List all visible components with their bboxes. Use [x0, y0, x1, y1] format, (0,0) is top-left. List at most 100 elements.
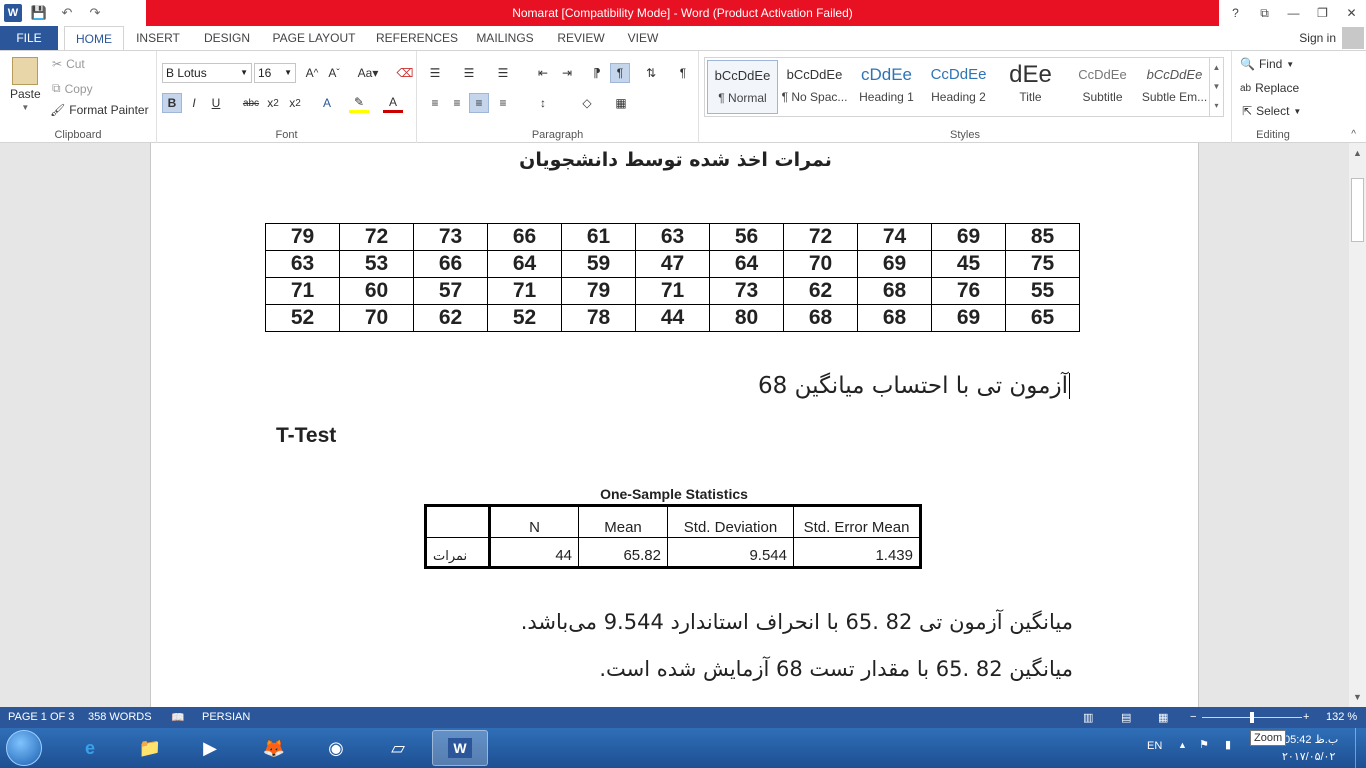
word-app-icon[interactable]: W	[4, 4, 22, 22]
tab-file[interactable]: FILE	[0, 26, 58, 50]
align-left-button[interactable]: ≡	[425, 93, 445, 113]
paste-button[interactable]: Paste ▼	[10, 57, 41, 112]
shading-button[interactable]: ◇	[577, 93, 597, 113]
line-spacing-button[interactable]: ↕	[533, 93, 553, 113]
highlight-button[interactable]: ✎	[349, 93, 369, 113]
show-hidden-icons-icon[interactable]: ▲	[1178, 740, 1187, 750]
subscript-button[interactable]: x2	[263, 93, 283, 113]
tab-mailings[interactable]: MAILINGS	[473, 26, 537, 50]
zoom-slider-thumb[interactable]	[1250, 712, 1254, 723]
media-player-icon[interactable]: ▶	[182, 730, 238, 766]
bold-button[interactable]: B	[162, 93, 182, 113]
tab-design[interactable]: DESIGN	[199, 26, 255, 50]
avatar[interactable]	[1342, 27, 1364, 49]
internet-explorer-icon[interactable]: e	[62, 730, 118, 766]
vertical-scrollbar[interactable]: ▲ ▼	[1349, 143, 1366, 707]
decrease-indent-button[interactable]: ⇤	[533, 63, 553, 83]
numbering-button[interactable]: ☰	[459, 63, 479, 83]
show-marks-button[interactable]: ¶	[673, 63, 693, 83]
style-title[interactable]: dEe Title	[995, 60, 1066, 114]
print-layout-icon[interactable]: ▤	[1121, 711, 1131, 724]
style-heading-2[interactable]: CcDdEe Heading 2	[923, 60, 994, 114]
styles-scroll[interactable]: ▲ ▼ ▾	[1209, 58, 1223, 116]
cut-button[interactable]: ✂ Cut	[52, 57, 85, 71]
firefox-icon[interactable]: 🦊	[246, 730, 302, 766]
redo-icon[interactable]: ↷	[84, 3, 106, 23]
superscript-button[interactable]: x2	[285, 93, 305, 113]
page-count[interactable]: PAGE 1 OF 3	[8, 711, 74, 723]
tab-insert[interactable]: INSERT	[132, 26, 184, 50]
rtl-button[interactable]: ¶	[610, 63, 630, 83]
text-effects-button[interactable]: A	[317, 93, 337, 113]
zoom-level[interactable]: 132 %	[1326, 711, 1357, 723]
grow-font-button[interactable]: A ^	[302, 63, 322, 83]
start-button[interactable]	[6, 730, 42, 766]
zoom-in-icon[interactable]: +	[1303, 711, 1309, 723]
style-no-spacing[interactable]: bCcDdEe ¶ No Spac...	[779, 60, 850, 114]
align-center-button[interactable]: ≡	[447, 93, 467, 113]
notes-app-icon[interactable]: ▱	[370, 730, 426, 766]
copy-button[interactable]: ⧉ Copy	[52, 81, 93, 96]
file-explorer-icon[interactable]: 📁	[122, 730, 178, 766]
close-button[interactable]: ✕	[1337, 0, 1366, 26]
style-normal[interactable]: bCcDdEe ¶ Normal	[707, 60, 778, 114]
select-button[interactable]: ⇱ Select ▼	[1242, 104, 1301, 118]
replace-button[interactable]: ab Replace	[1240, 81, 1299, 95]
scroll-thumb[interactable]	[1351, 178, 1364, 242]
collapse-ribbon-icon[interactable]: ^	[1351, 129, 1356, 140]
proofing-icon[interactable]: 📖	[171, 711, 185, 724]
bullets-button[interactable]: ☰	[425, 63, 445, 83]
save-icon[interactable]: 💾	[28, 3, 50, 23]
sign-in-link[interactable]: Sign in	[1299, 26, 1336, 50]
zoom-out-icon[interactable]: −	[1190, 711, 1196, 723]
find-button[interactable]: 🔍 Find ▼	[1240, 57, 1294, 71]
clock-date[interactable]: ۲۰۱۷/۰۵/۰۲	[1282, 750, 1335, 763]
tab-view[interactable]: VIEW	[624, 26, 662, 50]
restore-button[interactable]: ❐	[1308, 0, 1337, 26]
clock-time[interactable]: ب.ظ 05:42	[1284, 733, 1338, 746]
language-indicator[interactable]: PERSIAN	[202, 711, 250, 723]
chrome-icon[interactable]: ◉	[308, 730, 364, 766]
font-name-select[interactable]: B Lotus ▼	[162, 63, 252, 83]
help-button[interactable]: ?	[1221, 0, 1250, 26]
input-language[interactable]: EN	[1147, 740, 1162, 752]
show-desktop-button[interactable]	[1355, 728, 1366, 768]
ribbon-display-button[interactable]: ⧉	[1250, 0, 1279, 26]
clear-formatting-button[interactable]: ⌫	[395, 63, 415, 83]
tab-page-layout[interactable]: PAGE LAYOUT	[270, 26, 358, 50]
minimize-button[interactable]: —	[1279, 0, 1308, 26]
tab-review[interactable]: REVIEW	[555, 26, 607, 50]
style-subtle-emphasis[interactable]: bCcDdEe Subtle Em...	[1139, 60, 1210, 114]
format-painter-button[interactable]: 🖌 Format Painter	[50, 103, 149, 117]
justify-button[interactable]: ≡	[493, 93, 513, 113]
sort-button[interactable]: ⇅	[641, 63, 661, 83]
font-color-button[interactable]: A	[383, 93, 403, 113]
underline-button[interactable]: U	[206, 93, 226, 113]
action-center-icon[interactable]: ⚑	[1199, 738, 1209, 751]
scroll-up-icon[interactable]: ▲	[1349, 145, 1366, 161]
shrink-font-button[interactable]: Aˇ	[324, 63, 344, 83]
tab-home[interactable]: HOME	[64, 26, 124, 50]
italic-button[interactable]: I	[184, 93, 204, 113]
read-mode-icon[interactable]: ▥	[1083, 711, 1093, 724]
ltr-button[interactable]: ⁋	[587, 63, 607, 83]
scroll-down-icon[interactable]: ▼	[1349, 689, 1366, 705]
word-count[interactable]: 358 WORDS	[88, 711, 152, 723]
align-right-button[interactable]: ≡	[469, 93, 489, 113]
undo-icon[interactable]: ↶	[56, 3, 78, 23]
word-taskbar-icon[interactable]: W	[432, 730, 488, 766]
increase-indent-button[interactable]: ⇥	[557, 63, 577, 83]
tab-references[interactable]: REFERENCES	[376, 26, 458, 50]
style-subtitle[interactable]: CcDdEe Subtitle	[1067, 60, 1138, 114]
strikethrough-button[interactable]: abc	[241, 93, 261, 113]
font-size-select[interactable]: 16 ▼	[254, 63, 296, 83]
change-case-button[interactable]: Aa▾	[354, 63, 382, 83]
table-cell: 62	[783, 277, 858, 305]
multilevel-list-button[interactable]: ☰	[493, 63, 513, 83]
document-page[interactable]: نمرات اخذ شده توسط دانشجویان 79 72 73 66 61 6…	[150, 143, 1199, 707]
borders-button[interactable]: ▦	[611, 93, 631, 113]
web-layout-icon[interactable]: ▦	[1158, 711, 1168, 724]
font-group-label: Font	[275, 129, 298, 141]
network-icon[interactable]: ▮	[1225, 738, 1231, 751]
style-heading-1[interactable]: cDdEe Heading 1	[851, 60, 922, 114]
